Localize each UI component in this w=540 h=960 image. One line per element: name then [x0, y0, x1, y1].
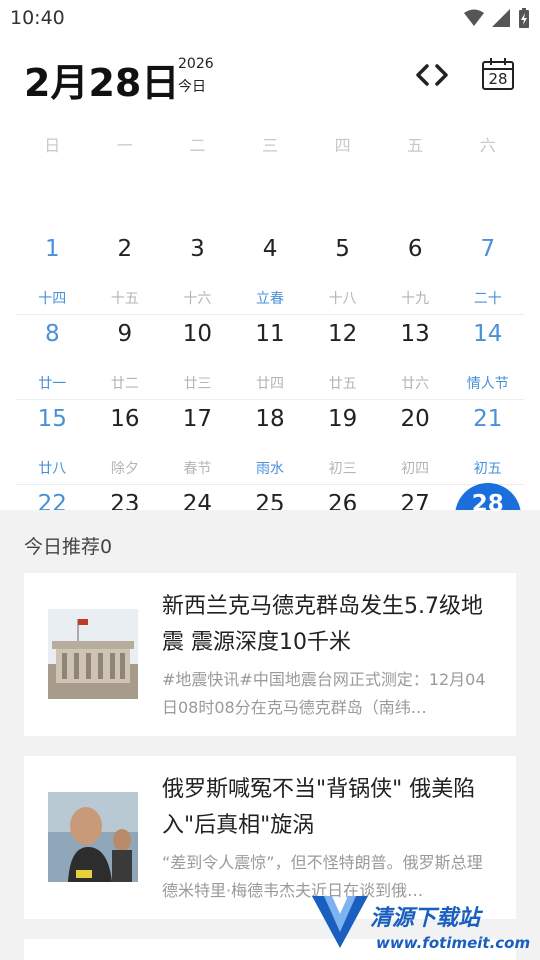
calendar-header: 2月28日 2026 今日 28: [0, 40, 540, 120]
lunar-label: 廿四: [256, 376, 285, 392]
lunar-label: 情人节: [466, 376, 509, 392]
calendar-today-button[interactable]: 28: [480, 56, 516, 92]
switch-view-icon[interactable]: [415, 60, 449, 90]
day-number: 17: [182, 406, 213, 432]
news-title: 俄罗斯喊冤不当"背锅侠" 俄美陷入"后真相"旋涡: [162, 777, 476, 838]
day-number: 20: [400, 406, 430, 432]
building-photo-icon: [48, 609, 138, 699]
lunar-label: 二十: [473, 291, 502, 307]
lunar-label: 十九: [401, 291, 430, 307]
day-number: 21: [473, 406, 503, 432]
calendar-day[interactable]: 5 十八: [306, 230, 379, 314]
lunar-label: 十五: [110, 291, 139, 307]
status-time: 10:40: [10, 7, 65, 29]
day-number: 8: [44, 321, 60, 347]
calendar-day[interactable]: 14 情人节: [451, 315, 524, 399]
day-number: 3: [190, 236, 205, 262]
calendar-week-row: 1 十四 2 十五 3 十六 4 立春 5 十八 6 十九 7 二十: [16, 230, 524, 315]
watermark-name: 清源下载站: [370, 906, 481, 931]
calendar-day[interactable]: 7 二十: [451, 230, 524, 314]
weekday-label: 二: [189, 136, 206, 155]
calendar-day[interactable]: 20 初四: [379, 400, 452, 484]
day-number: 9: [117, 321, 133, 347]
calendar-day[interactable]: 9 廿二: [89, 315, 162, 399]
day-number: 12: [327, 321, 358, 347]
news-title: 新西兰克马德克群岛发生5.7级地震 震源深度10千米: [162, 594, 483, 655]
day-number: 10: [182, 321, 213, 347]
weekday-label: 四: [334, 136, 351, 155]
calendar-day[interactable]: 1 十四: [16, 230, 89, 314]
calendar-day[interactable]: 21 初五: [451, 400, 524, 484]
calendar-day[interactable]: 19 初三: [306, 400, 379, 484]
watermark-logo-icon: [312, 896, 368, 948]
lunar-label: 廿六: [401, 376, 430, 392]
lunar-label: 初三: [328, 461, 357, 477]
calendar-day[interactable]: 8 廿一: [16, 315, 89, 399]
calendar-day[interactable]: 17 春节: [161, 400, 234, 484]
calendar-day[interactable]: 2 十五: [89, 230, 162, 314]
year-label: 2026: [178, 56, 214, 72]
status-icons: [464, 8, 530, 28]
calendar-week-row: 8 廿一 9 廿二 10 廿三 11 廿四 12 廿五 13 廿六 14 情人节: [16, 315, 524, 400]
status-bar: 10:40: [0, 0, 540, 36]
day-number: 19: [327, 406, 358, 432]
lunar-label: 雨水: [256, 461, 285, 477]
day-number: 2: [117, 236, 133, 262]
lunar-label: 立春: [256, 291, 285, 307]
day-number: 13: [400, 321, 430, 347]
weekday-label: 日: [44, 136, 61, 155]
day-number: 4: [262, 236, 278, 262]
day-number: 6: [407, 236, 423, 262]
weekday-label: 六: [479, 136, 496, 155]
recommend-title: 今日推荐0: [24, 536, 113, 558]
lunar-label: 十四: [38, 291, 67, 307]
lunar-label: 廿八: [38, 461, 67, 477]
day-number: 14: [473, 321, 503, 347]
lunar-label: 廿五: [328, 376, 357, 392]
lunar-label: 廿一: [38, 376, 67, 392]
lunar-label: 除夕: [110, 461, 139, 477]
news-card[interactable]: 新西兰克马德克群岛发生5.7级地震 震源深度10千米 #地震快讯#中国地震台网正…: [24, 573, 516, 736]
day-number: 16: [110, 406, 140, 432]
calendar-day[interactable]: 6 十九: [379, 230, 452, 314]
lunar-label: 十六: [183, 291, 212, 307]
calendar-week-row: 15 廿八 16 除夕 17 春节 18 雨水 19 初三 20 初四 21 初五: [16, 400, 524, 485]
calendar-day[interactable]: 11 廿四: [234, 315, 307, 399]
lunar-label: 初四: [401, 461, 430, 477]
calendar-day[interactable]: 10 廿三: [161, 315, 234, 399]
news-snippet: #地震快讯#中国地震台网正式测定：12月04日08时08分在克马德克群岛（南纬…: [162, 670, 486, 717]
today-label[interactable]: 今日: [178, 76, 206, 96]
lunar-label: 十八: [328, 291, 357, 307]
current-date-title: 2月28日: [24, 61, 180, 105]
watermark-url: www.fotimeit.com: [376, 934, 531, 952]
weekday-row: 日 一 二 三 四 五 六: [16, 132, 524, 156]
day-number: 7: [480, 236, 496, 262]
calendar-icon-day: 28: [488, 70, 508, 88]
calendar-day[interactable]: 16 除夕: [89, 400, 162, 484]
day-number: 15: [37, 406, 67, 432]
day-number: 18: [255, 406, 285, 432]
watermark: 清源下载站 www.fotimeit.com: [310, 888, 530, 960]
calendar-day[interactable]: 15 廿八: [16, 400, 89, 484]
weekday-label: 三: [262, 136, 279, 155]
lunar-label: 初五: [473, 461, 502, 477]
calendar-day[interactable]: 18 雨水: [234, 400, 307, 484]
battery-icon: [519, 8, 529, 28]
calendar-day[interactable]: 4 立春: [234, 230, 307, 314]
calendar-day[interactable]: 3 十六: [161, 230, 234, 314]
day-number: 11: [255, 321, 285, 347]
person-photo-icon: [48, 792, 138, 882]
calendar-day[interactable]: 13 廿六: [379, 315, 452, 399]
day-number: 1: [44, 236, 60, 262]
day-number: 5: [335, 236, 350, 262]
lunar-label: 廿三: [183, 376, 212, 392]
weekday-label: 一: [116, 136, 133, 155]
signal-icon: [492, 9, 510, 27]
lunar-label: 春节: [183, 461, 212, 477]
calendar-day[interactable]: 12 廿五: [306, 315, 379, 399]
lunar-label: 廿二: [110, 376, 139, 392]
day-number: 28: [471, 491, 504, 517]
wifi-icon: [464, 9, 484, 26]
weekday-label: 五: [407, 136, 424, 155]
